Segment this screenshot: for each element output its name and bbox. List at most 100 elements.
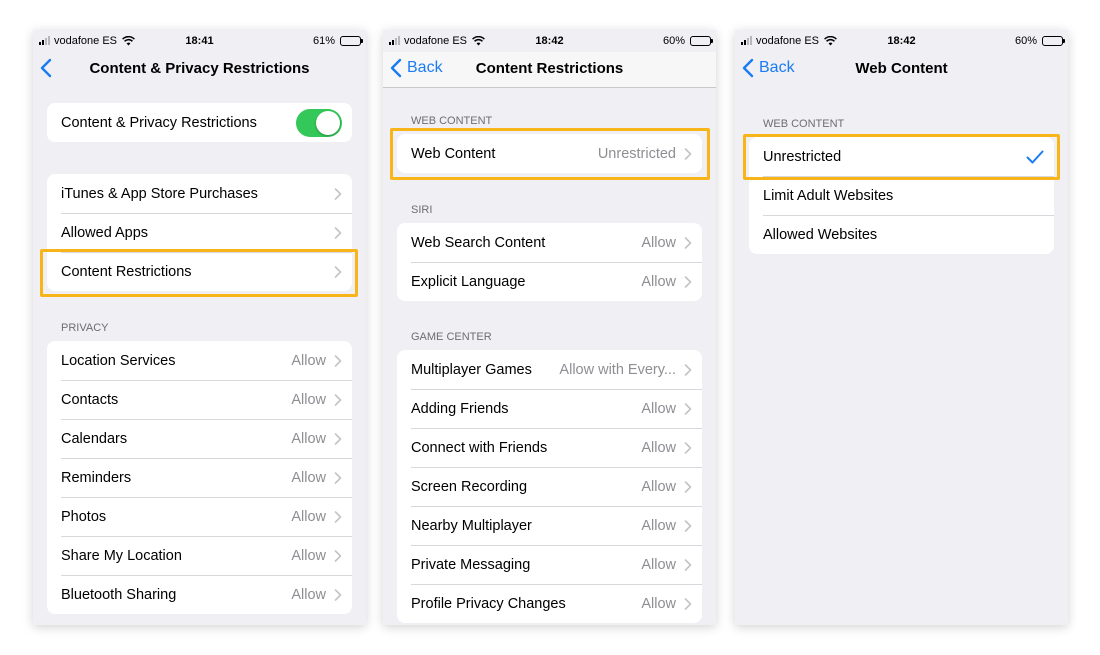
game-item-connect-with-friends[interactable]: Connect with Friends Allow <box>397 428 702 467</box>
game-item-nearby-multiplayer[interactable]: Nearby Multiplayer Allow <box>397 506 702 545</box>
siri-item-explicit-language[interactable]: Explicit Language Allow <box>397 262 702 301</box>
chevron-right-icon <box>684 276 692 288</box>
menu-item-label: Allowed Apps <box>61 224 149 241</box>
back-button[interactable]: Back <box>741 58 795 78</box>
row-value: Allow <box>641 517 676 534</box>
cellular-signal-icon <box>39 36 50 45</box>
screen-content-restrictions: vodafone ES 18:42 60% Back Content Restr… <box>383 30 716 625</box>
option-limit-adult-websites[interactable]: Limit Adult Websites <box>749 176 1054 215</box>
row-value: Allow <box>641 478 676 495</box>
row-value: Unrestricted <box>597 145 676 162</box>
row-value: Allow <box>291 430 326 447</box>
row-label: Adding Friends <box>411 400 509 417</box>
privacy-item-location-services[interactable]: Location Services Allow <box>47 341 352 380</box>
row-value: Allow <box>291 508 326 525</box>
section-header-web-content: WEB CONTENT <box>411 115 493 127</box>
chevron-right-icon <box>334 355 342 367</box>
row-label: Profile Privacy Changes <box>411 595 566 612</box>
carrier-label: vodafone ES <box>404 35 467 47</box>
chevron-right-icon <box>684 520 692 532</box>
chevron-right-icon <box>334 511 342 523</box>
row-value: Allow <box>291 391 326 408</box>
wifi-icon <box>824 36 837 46</box>
menu-item-allowed-apps[interactable]: Allowed Apps <box>47 213 352 252</box>
row-value: Allow <box>641 595 676 612</box>
row-label: Multiplayer Games <box>411 361 532 378</box>
battery-percent: 61% <box>312 35 335 47</box>
row-label: Web Content <box>411 145 496 162</box>
game-item-profile-privacy-changes[interactable]: Profile Privacy Changes Allow <box>397 584 702 623</box>
chevron-left-icon <box>741 58 755 78</box>
row-value: Allow <box>641 439 676 456</box>
option-allowed-websites[interactable]: Allowed Websites <box>749 215 1054 254</box>
chevron-right-icon <box>334 394 342 406</box>
row-value: Allow <box>641 273 676 290</box>
privacy-item-bluetooth-sharing[interactable]: Bluetooth Sharing Allow <box>47 575 352 614</box>
privacy-item-contacts[interactable]: Contacts Allow <box>47 380 352 419</box>
wifi-icon <box>472 36 485 46</box>
screen-web-content: vodafone ES 18:42 60% Back Web Content W… <box>735 30 1068 625</box>
chevron-right-icon <box>684 442 692 454</box>
battery-icon <box>340 36 363 46</box>
chevron-right-icon <box>684 364 692 376</box>
status-bar: vodafone ES 18:41 61% <box>33 30 366 52</box>
status-bar: vodafone ES 18:42 60% <box>735 30 1068 52</box>
privacy-group: Location Services Allow Contacts Allow C… <box>47 341 352 614</box>
privacy-item-calendars[interactable]: Calendars Allow <box>47 419 352 458</box>
battery-percent: 60% <box>1014 35 1037 47</box>
page-title: Content & Privacy Restrictions <box>89 60 310 77</box>
toggle-row-label: Content & Privacy Restrictions <box>61 114 257 131</box>
back-button[interactable] <box>39 58 53 78</box>
game-center-group: Multiplayer Games Allow with Every... Ad… <box>397 350 702 623</box>
siri-group: Web Search Content Allow Explicit Langua… <box>397 223 702 301</box>
row-value: Allow <box>641 234 676 251</box>
game-item-private-messaging[interactable]: Private Messaging Allow <box>397 545 702 584</box>
privacy-item-photos[interactable]: Photos Allow <box>47 497 352 536</box>
row-label: Reminders <box>61 469 132 486</box>
carrier-label: vodafone ES <box>756 35 819 47</box>
privacy-item-reminders[interactable]: Reminders Allow <box>47 458 352 497</box>
chevron-right-icon <box>334 550 342 562</box>
row-label: Screen Recording <box>411 478 528 495</box>
option-unrestricted[interactable]: Unrestricted <box>749 137 1054 176</box>
carrier-label: vodafone ES <box>54 35 117 47</box>
row-label: Calendars <box>61 430 128 447</box>
row-label: Connect with Friends <box>411 439 548 456</box>
chevron-right-icon <box>684 403 692 415</box>
web-content-row[interactable]: Web Content Unrestricted <box>397 134 702 173</box>
chevron-left-icon <box>389 58 403 78</box>
row-value: Allow with Every... <box>559 361 676 378</box>
row-label: Photos <box>61 508 107 525</box>
chevron-right-icon <box>334 266 342 278</box>
wifi-icon <box>122 36 135 46</box>
battery-icon <box>1042 36 1065 46</box>
chevron-right-icon <box>684 237 692 249</box>
option-label: Limit Adult Websites <box>763 187 894 204</box>
chevron-right-icon <box>684 148 692 160</box>
chevron-right-icon <box>334 433 342 445</box>
row-value: Allow <box>291 352 326 369</box>
section-header-game-center: GAME CENTER <box>411 331 492 343</box>
row-value: Allow <box>641 556 676 573</box>
section-header-web-content: WEB CONTENT <box>763 118 845 130</box>
game-item-adding-friends[interactable]: Adding Friends Allow <box>397 389 702 428</box>
battery-percent: 60% <box>662 35 685 47</box>
row-value: Allow <box>291 469 326 486</box>
back-button[interactable]: Back <box>389 58 443 78</box>
menu-item-content-restrictions[interactable]: Content Restrictions <box>47 252 352 291</box>
web-content-options-group: Unrestricted Limit Adult Websites Allowe… <box>749 137 1054 254</box>
navigation-bar: Back Web Content <box>735 52 1068 88</box>
menu-item-itunes-app-store[interactable]: iTunes & App Store Purchases <box>47 174 352 213</box>
section-header-siri: SIRI <box>411 204 433 216</box>
game-item-multiplayer-games[interactable]: Multiplayer Games Allow with Every... <box>397 350 702 389</box>
cellular-signal-icon <box>389 36 400 45</box>
siri-item-web-search-content[interactable]: Web Search Content Allow <box>397 223 702 262</box>
chevron-right-icon <box>334 589 342 601</box>
back-label: Back <box>407 59 443 76</box>
privacy-item-share-my-location[interactable]: Share My Location Allow <box>47 536 352 575</box>
menu-item-label: iTunes & App Store Purchases <box>61 185 258 202</box>
content-privacy-toggle[interactable] <box>296 108 342 137</box>
row-label: Web Search Content <box>411 234 546 251</box>
battery-icon <box>690 36 713 46</box>
game-item-screen-recording[interactable]: Screen Recording Allow <box>397 467 702 506</box>
